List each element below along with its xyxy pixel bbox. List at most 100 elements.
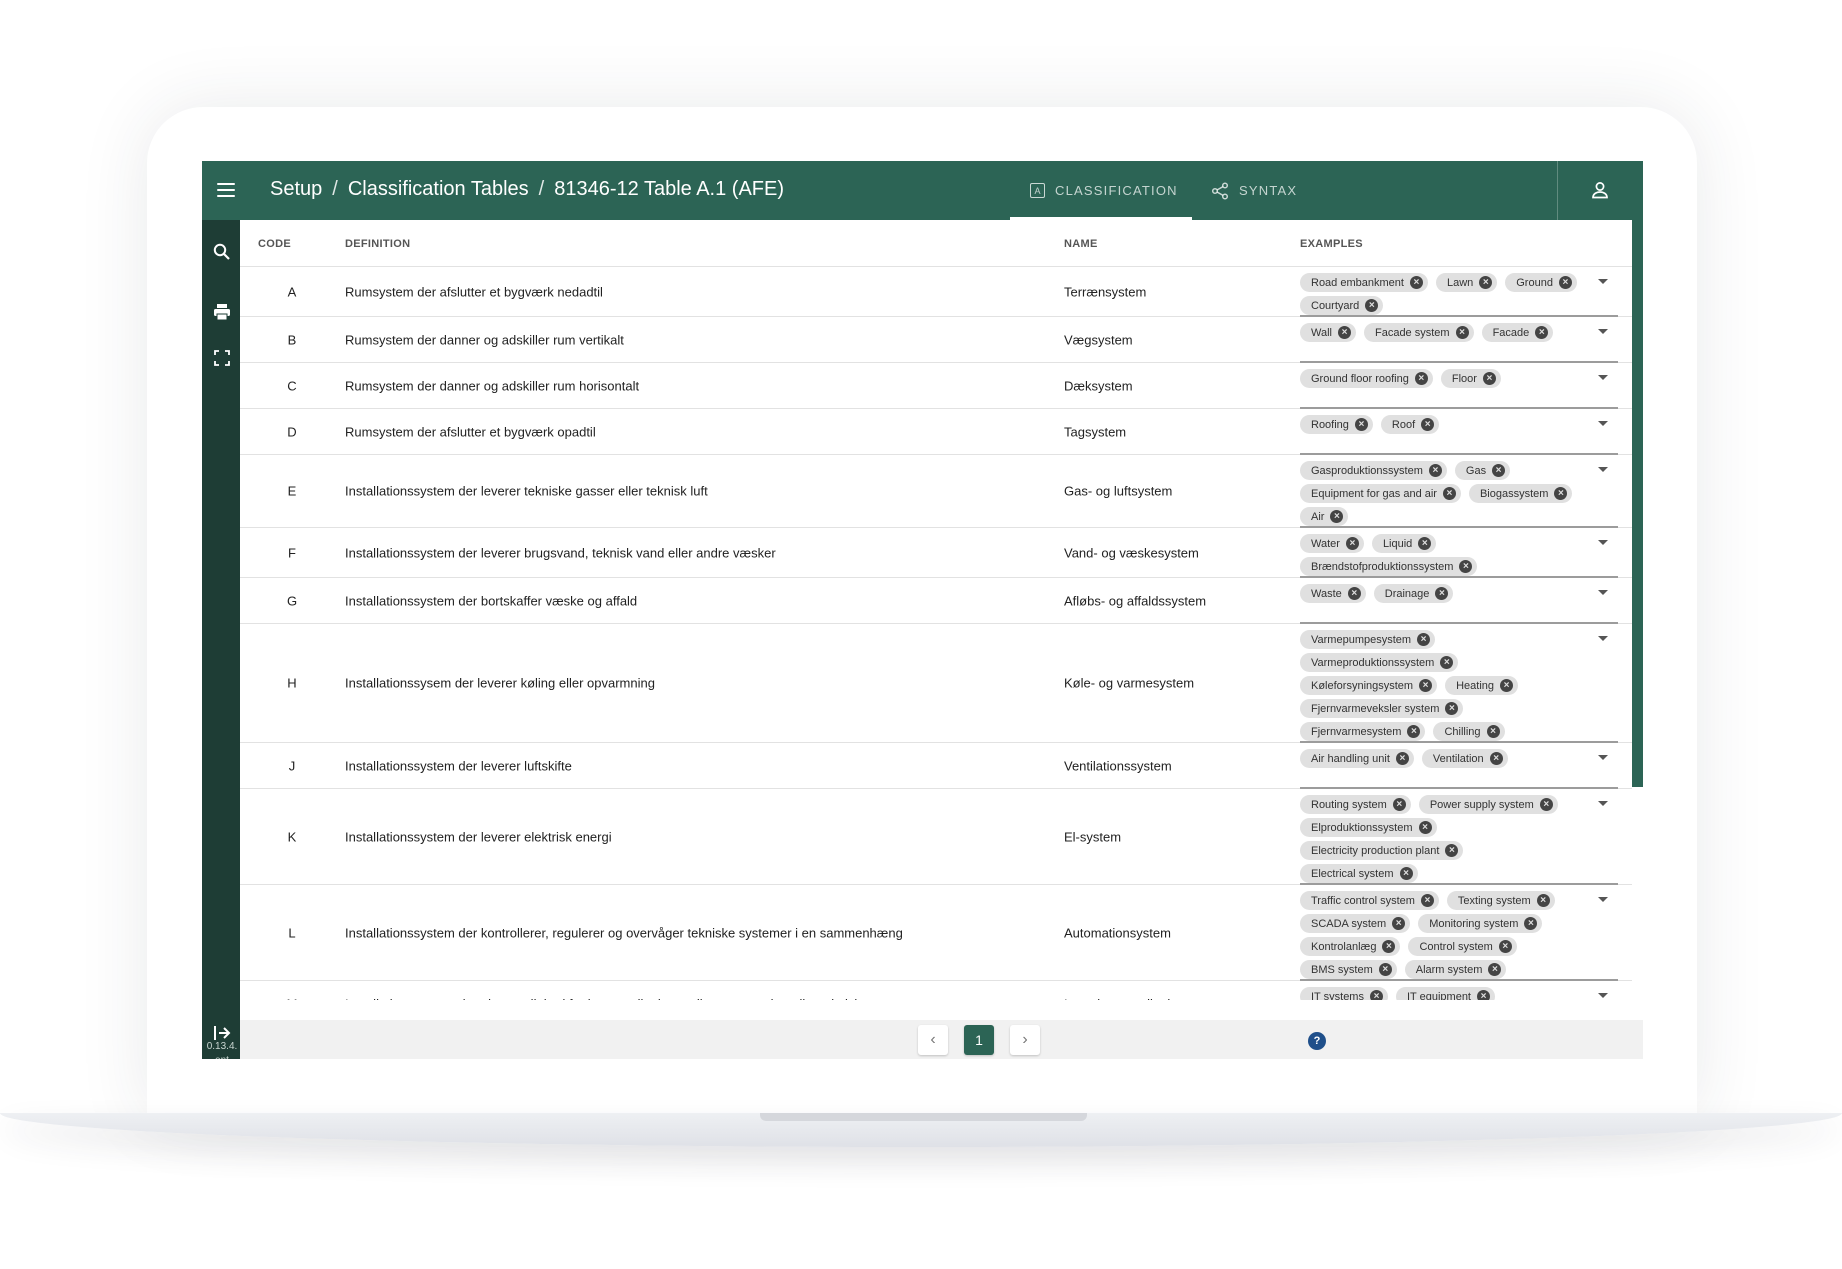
remove-chip-icon[interactable]: × <box>1420 894 1434 907</box>
remove-chip-icon[interactable]: × <box>1539 798 1553 811</box>
remove-chip-icon[interactable]: × <box>1500 679 1514 692</box>
dropdown-arrow-icon[interactable] <box>1598 421 1608 426</box>
remove-chip-icon[interactable]: × <box>1421 418 1435 431</box>
remove-chip-icon[interactable]: × <box>1442 487 1456 500</box>
user-icon[interactable] <box>1589 179 1611 201</box>
remove-chip-icon[interactable]: × <box>1395 752 1409 765</box>
examples-select[interactable]: Routing system × Power supply system × Elpro… <box>1300 795 1620 883</box>
remove-chip-icon[interactable]: × <box>1354 418 1368 431</box>
remove-chip-icon[interactable]: × <box>1489 752 1503 765</box>
remove-chip-icon[interactable]: × <box>1479 276 1493 289</box>
dropdown-arrow-icon[interactable] <box>1598 375 1608 380</box>
remove-chip-icon[interactable]: × <box>1445 844 1459 857</box>
column-header-definition[interactable]: DEFINITION <box>345 238 410 250</box>
remove-chip-icon[interactable]: × <box>1345 537 1359 550</box>
examples-select[interactable]: Water × Liquid × Brændstofproduktionssystem × <box>1300 534 1620 576</box>
remove-chip-icon[interactable]: × <box>1554 487 1568 500</box>
tab-classification[interactable]: A CLASSIFICATION <box>1010 161 1192 220</box>
remove-chip-icon[interactable]: × <box>1440 656 1454 669</box>
remove-chip-icon[interactable]: × <box>1486 725 1500 738</box>
remove-chip-icon[interactable]: × <box>1418 821 1432 834</box>
examples-select[interactable]: Wall × Facade system × Facade × <box>1300 323 1620 342</box>
column-header-examples[interactable]: EXAMPLES <box>1300 238 1363 250</box>
remove-chip-icon[interactable]: × <box>1488 963 1502 976</box>
table-row[interactable]: D Rumsystem der afslutter et bygværk opad… <box>240 409 1632 455</box>
remove-chip-icon[interactable]: × <box>1482 372 1496 385</box>
remove-chip-icon[interactable]: × <box>1419 679 1433 692</box>
remove-chip-icon[interactable]: × <box>1535 326 1549 339</box>
remove-chip-icon[interactable]: × <box>1558 276 1572 289</box>
dropdown-arrow-icon[interactable] <box>1598 329 1608 334</box>
table-row[interactable]: B Rumsystem der danner og adskiller rum v… <box>240 317 1632 363</box>
examples-select[interactable]: Waste × Drainage × <box>1300 584 1620 603</box>
table-row[interactable]: A Rumsystem der afslutter et bygværk neda… <box>240 267 1632 317</box>
examples-select[interactable]: Gasproduktionssystem × Gas × Equipment for g… <box>1300 461 1620 526</box>
dropdown-arrow-icon[interactable] <box>1598 590 1608 595</box>
table-row[interactable]: K Installationssystem der leverer elektri… <box>240 789 1632 885</box>
remove-chip-icon[interactable]: × <box>1365 299 1379 312</box>
search-icon[interactable] <box>212 242 232 262</box>
logout-icon[interactable] <box>212 1023 232 1043</box>
remove-chip-icon[interactable]: × <box>1477 990 1490 1000</box>
remove-chip-icon[interactable]: × <box>1428 464 1442 477</box>
remove-chip-icon[interactable]: × <box>1435 587 1449 600</box>
remove-chip-icon[interactable]: × <box>1407 725 1421 738</box>
table-row[interactable]: G Installationssystem der bortskaffer væs… <box>240 578 1632 624</box>
examples-select[interactable]: Roofing × Roof × <box>1300 415 1620 434</box>
remove-chip-icon[interactable]: × <box>1399 867 1413 880</box>
remove-chip-icon[interactable]: × <box>1409 276 1423 289</box>
breadcrumb-setup[interactable]: Setup <box>270 178 322 201</box>
table-row[interactable]: F Installationssystem der leverer brugsva… <box>240 528 1632 578</box>
remove-chip-icon[interactable]: × <box>1536 894 1550 907</box>
examples-select[interactable]: Ground floor roofing × Floor × <box>1300 369 1620 388</box>
dropdown-arrow-icon[interactable] <box>1598 636 1608 641</box>
examples-select[interactable]: IT systems×IT equipment×ICT system× <box>1300 987 1620 1000</box>
remove-chip-icon[interactable]: × <box>1524 917 1538 930</box>
dropdown-arrow-icon[interactable] <box>1598 897 1608 902</box>
dropdown-arrow-icon[interactable] <box>1598 279 1608 284</box>
remove-chip-icon[interactable]: × <box>1392 798 1406 811</box>
dropdown-arrow-icon[interactable] <box>1598 993 1608 998</box>
scrollbar[interactable] <box>1632 220 1643 787</box>
dropdown-arrow-icon[interactable] <box>1598 801 1608 806</box>
dropdown-arrow-icon[interactable] <box>1598 467 1608 472</box>
remove-chip-icon[interactable]: × <box>1369 990 1383 1000</box>
column-header-code[interactable]: CODE <box>258 238 291 250</box>
examples-select[interactable]: Traffic control system × Texting system × SC… <box>1300 891 1620 979</box>
chevron-left-icon[interactable]: ‹ <box>918 1025 948 1055</box>
remove-chip-icon[interactable]: × <box>1417 633 1431 646</box>
remove-chip-icon[interactable]: × <box>1382 940 1396 953</box>
table-row[interactable]: C Rumsystem der danner og adskiller rum h… <box>240 363 1632 409</box>
remove-chip-icon[interactable]: × <box>1337 326 1351 339</box>
dropdown-arrow-icon[interactable] <box>1598 540 1608 545</box>
column-header-name[interactable]: NAME <box>1064 238 1098 250</box>
remove-chip-icon[interactable]: × <box>1347 587 1361 600</box>
remove-chip-icon[interactable]: × <box>1498 940 1512 953</box>
remove-chip-icon[interactable]: × <box>1459 560 1473 573</box>
fullscreen-icon[interactable] <box>212 348 232 368</box>
remove-chip-icon[interactable]: × <box>1392 917 1406 930</box>
help-icon[interactable]: ? <box>1308 1032 1326 1050</box>
tab-syntax[interactable]: SYNTAX <box>1209 161 1297 220</box>
table-row[interactable]: H Installationssysem der leverer køling e… <box>240 624 1632 743</box>
table-row[interactable]: E Installationssystem der leverer teknisk… <box>240 455 1632 528</box>
chevron-right-icon[interactable]: › <box>1010 1025 1040 1055</box>
dropdown-arrow-icon[interactable] <box>1598 755 1608 760</box>
remove-chip-icon[interactable]: × <box>1455 326 1469 339</box>
table-row[interactable]: J Installationssystem der leverer luftski… <box>240 743 1632 789</box>
print-icon[interactable] <box>212 302 232 322</box>
breadcrumb-classification-tables[interactable]: Classification Tables <box>348 178 529 201</box>
menu-icon[interactable] <box>214 178 238 202</box>
table-row[interactable]: M Installationssystem der giver mulighed … <box>240 981 1632 1000</box>
remove-chip-icon[interactable]: × <box>1418 537 1432 550</box>
examples-select[interactable]: Road embankment × Lawn × Ground × Courtyard × <box>1300 273 1620 315</box>
examples-select[interactable]: Varmepumpesystem × Varmeproduktionssystem ×… <box>1300 630 1620 741</box>
table-row[interactable]: L Installationssystem der kontrollerer, r… <box>240 885 1632 981</box>
remove-chip-icon[interactable]: × <box>1414 372 1428 385</box>
remove-chip-icon[interactable]: × <box>1445 702 1459 715</box>
remove-chip-icon[interactable]: × <box>1378 963 1392 976</box>
page-button-current[interactable]: 1 <box>964 1025 994 1055</box>
remove-chip-icon[interactable]: × <box>1492 464 1506 477</box>
examples-select[interactable]: Air handling unit × Ventilation × <box>1300 749 1620 768</box>
remove-chip-icon[interactable]: × <box>1330 510 1344 523</box>
